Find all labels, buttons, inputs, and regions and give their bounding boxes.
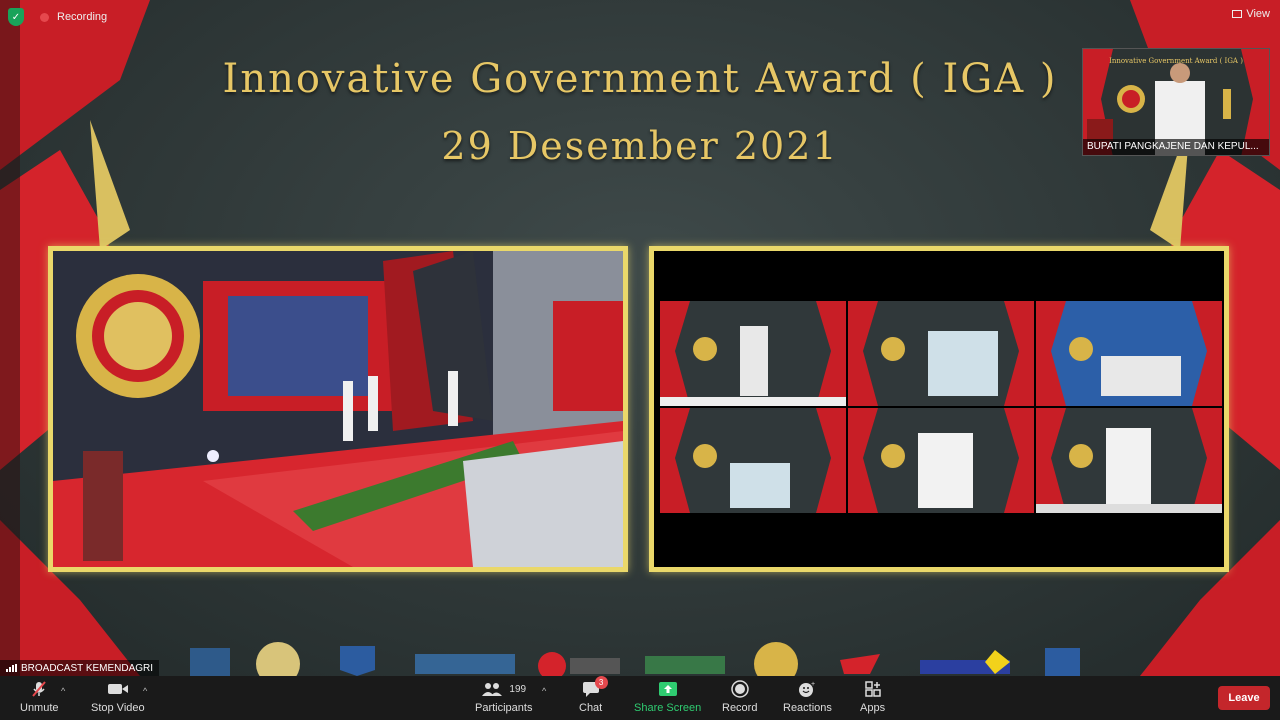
share-screen-label: Share Screen [634, 702, 702, 714]
thumbnail-title: Innovative Government Award ( IGA ) [1109, 57, 1243, 65]
audio-options-chevron-icon[interactable]: ^ [61, 686, 65, 696]
speaker-thumbnail[interactable]: Innovative Government Award ( IGA ) BUPA… [1082, 48, 1270, 156]
view-label: View [1246, 8, 1270, 20]
participant-tile [848, 408, 1034, 513]
participant-tile [660, 301, 846, 406]
view-grid-icon [1232, 10, 1243, 18]
stage-video-frame [48, 246, 628, 572]
chat-bubble-icon: 3 [582, 676, 608, 698]
participant-tile [848, 301, 1034, 406]
apps-icon [864, 680, 882, 698]
participant-grid [660, 301, 1222, 513]
participant-tile [660, 408, 846, 513]
participants-options-chevron-icon[interactable]: ^ [542, 686, 546, 696]
participants-count: 199 [509, 683, 527, 695]
chat-label: Chat [579, 702, 603, 714]
sponsor-logos-strip [190, 642, 1080, 676]
recording-indicator[interactable]: ✓ Recording [8, 8, 107, 26]
participant-tile [1036, 301, 1222, 406]
recording-label: Recording [57, 11, 108, 23]
stage-scene-image [53, 251, 623, 567]
signal-strength-icon [6, 664, 17, 672]
share-screen-button[interactable]: Share Screen [634, 680, 701, 714]
unmute-button[interactable]: Unmute [20, 680, 59, 714]
chat-unread-badge: 3 [594, 676, 608, 689]
participants-label: Participants [475, 702, 533, 714]
reactions-button[interactable]: + Reactions [783, 680, 832, 714]
active-speaker-name: BROADCAST KEMENDAGRI [21, 662, 154, 674]
active-speaker-namebar: BROADCAST KEMENDAGRI [0, 660, 160, 676]
stop-video-button[interactable]: Stop Video [91, 680, 145, 714]
security-shield-icon[interactable]: ✓ [8, 8, 24, 26]
muted-microphone-icon [30, 680, 48, 698]
shared-video-stage: Innovative Government Award ( IGA ) 29 D… [0, 0, 1280, 676]
smiley-face-icon: + [797, 680, 817, 698]
participants-icon: 199 [481, 680, 526, 698]
record-label: Record [722, 702, 758, 714]
record-icon [730, 680, 749, 698]
thumbnail-participant-name: BUPATI PANGKAJENE DAN KEPUL... [1083, 139, 1269, 155]
video-options-chevron-icon[interactable]: ^ [143, 686, 147, 696]
video-camera-icon [107, 680, 129, 698]
apps-button[interactable]: Apps [860, 680, 885, 714]
svg-text:+: + [811, 681, 815, 688]
leave-button[interactable]: Leave [1218, 686, 1270, 710]
record-button[interactable]: Record [722, 680, 757, 714]
apps-label: Apps [860, 702, 886, 714]
participants-button[interactable]: 199 Participants [475, 680, 532, 714]
share-screen-icon [658, 680, 678, 698]
unmute-label: Unmute [20, 702, 59, 714]
recording-dot-icon [40, 12, 49, 22]
gallery-video-frame [649, 246, 1229, 572]
chat-button[interactable]: 3 Chat [579, 676, 608, 714]
reactions-label: Reactions [783, 702, 832, 714]
stop-video-label: Stop Video [91, 702, 145, 714]
view-button[interactable]: View [1232, 8, 1270, 20]
meeting-toolbar: Unmute ^ Stop Video ^ 199 Participants ^… [0, 676, 1280, 720]
participant-tile [1036, 408, 1222, 513]
